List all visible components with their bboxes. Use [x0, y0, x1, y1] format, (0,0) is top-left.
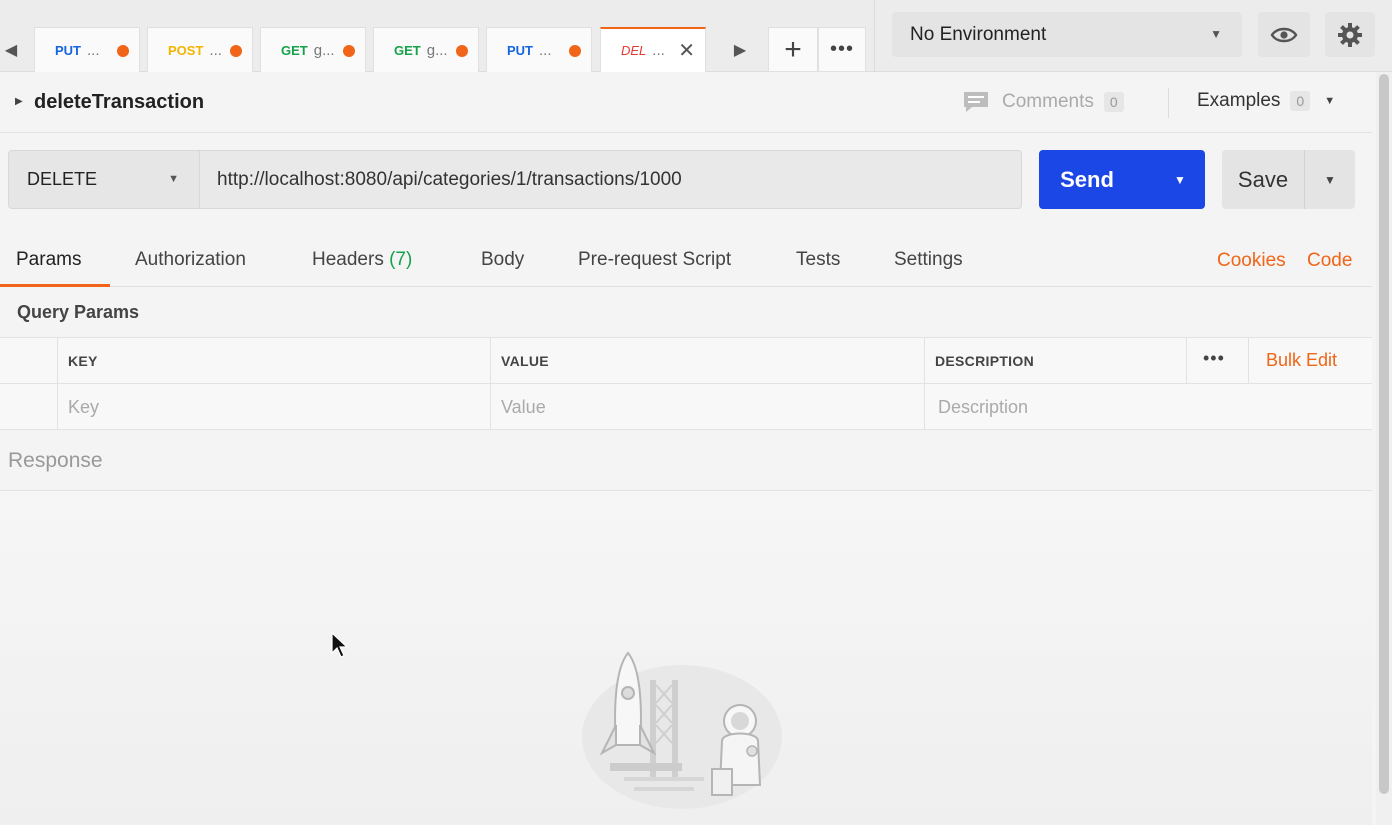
request-subtabs: Params Authorization Headers (7) Body Pr… [0, 232, 1372, 287]
request-tab[interactable]: GET g... [373, 27, 479, 72]
more-options-icon[interactable]: ••• [1203, 348, 1225, 369]
send-label: Send [1060, 166, 1114, 192]
tab-headers-label: Headers [312, 249, 384, 270]
description-placeholder: Description [938, 396, 1029, 417]
column-header-description: DESCRIPTION [924, 338, 1186, 384]
query-params-title: Query Params [17, 302, 140, 322]
request-tab[interactable]: POST ... [147, 27, 253, 72]
request-tab[interactable]: PUT ... [486, 27, 592, 72]
unsaved-dot-icon [230, 45, 242, 57]
tab-settings[interactable]: Settings [894, 249, 963, 271]
url-input[interactable]: http://localhost:8080/api/categories/1/t… [200, 150, 1022, 209]
response-title: Response [8, 449, 103, 472]
unsaved-dot-icon [343, 45, 355, 57]
mouse-cursor-icon [331, 632, 348, 658]
scrollbar[interactable] [1376, 72, 1392, 825]
request-tab[interactable]: PUT ... [34, 27, 140, 72]
tab-headers[interactable]: Headers (7) [312, 249, 412, 271]
comments-button[interactable]: Comments 0 [962, 90, 1124, 114]
chevron-down-icon: ▼ [1324, 95, 1336, 107]
unsaved-dot-icon [117, 45, 129, 57]
description-input[interactable]: Description [924, 384, 1372, 430]
table-row: Key Value Description [0, 384, 1372, 430]
column-header-key: KEY [57, 338, 491, 384]
tab-method: GET [394, 42, 421, 58]
tab-method: GET [281, 42, 308, 58]
key-placeholder: Key [68, 396, 100, 417]
bulk-edit-link[interactable]: Bulk Edit [1266, 350, 1337, 371]
eye-icon [1270, 27, 1298, 42]
chevron-down-icon: ▼ [1210, 27, 1222, 41]
settings-button[interactable] [1325, 12, 1375, 57]
tab-name: ... [539, 41, 552, 59]
table-header-row: KEY VALUE DESCRIPTION ••• Bulk Edit [0, 338, 1372, 384]
headers-count-badge: (7) [389, 249, 413, 270]
tab-pre-request-script[interactable]: Pre-request Script [578, 249, 731, 271]
column-header-value: VALUE [490, 338, 924, 384]
caret-right-icon[interactable]: ▶ [15, 96, 23, 107]
tab-tests[interactable]: Tests [796, 249, 840, 271]
examples-count: 0 [1290, 91, 1311, 111]
scrollbar-thumb[interactable] [1379, 74, 1389, 794]
send-options-button[interactable]: ▼ [1155, 150, 1205, 209]
chevron-down-icon: ▼ [1324, 172, 1336, 187]
unsaved-dot-icon [456, 45, 468, 57]
request-tab[interactable]: GET g... [260, 27, 366, 72]
new-tab-button[interactable]: + [768, 27, 818, 72]
save-label: Save [1237, 166, 1289, 192]
save-button[interactable]: Save [1222, 150, 1304, 209]
divider [1168, 88, 1169, 118]
gear-icon [1338, 22, 1362, 47]
tab-body[interactable]: Body [481, 249, 524, 271]
environment-label: No Environment [910, 23, 1047, 45]
tab-method: DEL [621, 43, 647, 58]
cookies-link[interactable]: Cookies [1217, 250, 1286, 272]
examples-button[interactable]: Examples 0 ▼ [1197, 90, 1335, 112]
tab-name: ... [209, 41, 222, 59]
examples-label: Examples [1197, 90, 1281, 111]
save-options-button[interactable]: ▼ [1304, 150, 1355, 209]
tab-method: POST [168, 42, 204, 58]
scroll-left-icon[interactable]: ◀ [0, 30, 22, 70]
tab-method: PUT [507, 42, 533, 58]
close-icon[interactable]: ✕ [678, 38, 695, 63]
method-select[interactable]: DELETE ▼ [8, 150, 200, 209]
tab-name: g... [426, 41, 448, 59]
comments-label: Comments [1002, 91, 1094, 112]
code-link[interactable]: Code [1307, 250, 1352, 272]
request-header: ▶ deleteTransaction Comments 0 Examples … [0, 73, 1372, 133]
request-tab-active[interactable]: DEL ... ✕ [600, 27, 706, 72]
active-tab-indicator [0, 284, 110, 287]
tab-bar: ◀ PUT ... POST ... GET g... GET g... PUT… [0, 0, 1392, 72]
environment-select[interactable]: No Environment ▼ [892, 12, 1242, 57]
value-input[interactable]: Value [490, 384, 924, 430]
chevron-down-icon: ▼ [1174, 172, 1186, 187]
method-label: DELETE [27, 169, 98, 189]
query-params-table: KEY VALUE DESCRIPTION ••• Bulk Edit Key … [0, 337, 1372, 430]
chevron-down-icon: ▼ [168, 173, 179, 185]
key-input[interactable]: Key [57, 384, 491, 430]
scroll-right-icon[interactable]: ▶ [722, 30, 758, 70]
value-placeholder: Value [501, 396, 546, 417]
tab-name: ... [87, 41, 100, 59]
tab-params[interactable]: Params [16, 249, 81, 271]
comment-icon [964, 92, 988, 112]
comments-count: 0 [1103, 92, 1124, 112]
rocket-astronaut-illustration [582, 651, 782, 809]
request-name[interactable]: deleteTransaction [34, 91, 204, 114]
tab-name: g... [313, 41, 335, 59]
send-button[interactable]: Send [1039, 150, 1167, 209]
tab-name: ... [652, 42, 665, 59]
more-tabs-button[interactable]: ••• [818, 27, 866, 72]
environment-quick-look-button[interactable] [1258, 12, 1310, 57]
unsaved-dot-icon [569, 45, 581, 57]
divider [874, 0, 875, 72]
tab-authorization[interactable]: Authorization [135, 249, 246, 271]
tab-method: PUT [55, 42, 81, 58]
url-value: http://localhost:8080/api/categories/1/t… [217, 168, 682, 190]
